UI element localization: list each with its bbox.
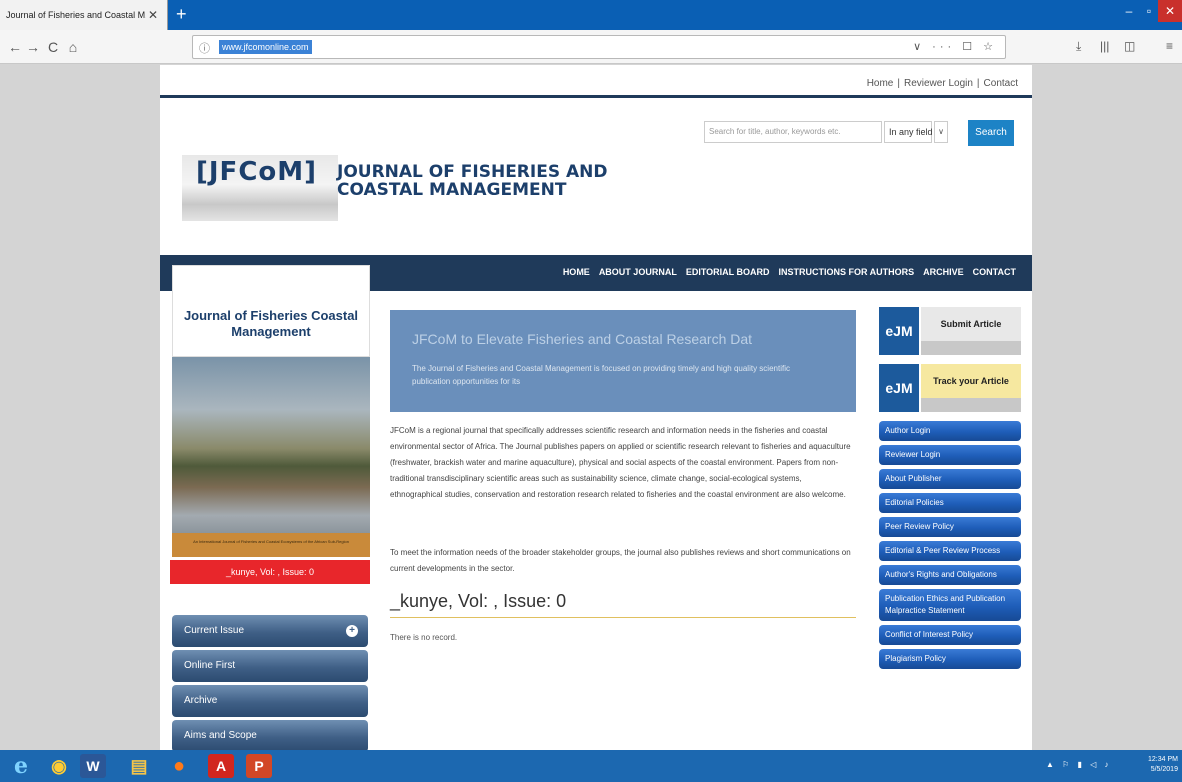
track-article-button[interactable]: eJM Track your Article xyxy=(879,364,1021,412)
right-menu-reviewer-login[interactable]: Reviewer Login xyxy=(879,445,1021,465)
ejm-logo: eJM xyxy=(879,307,919,355)
logo-mark: [JFCoM] xyxy=(196,157,318,187)
right-menu-about-publisher[interactable]: About Publisher xyxy=(879,469,1021,489)
tab-title: Journal of Fisheries and Coastal M... xyxy=(6,10,146,20)
system-tray-icons[interactable]: ▲ ⚐ ▮ ◁ ♪ xyxy=(1046,760,1112,769)
hamburger-icon[interactable]: ≡ xyxy=(1166,39,1173,53)
journal-title: Journal of Fisheries Coastal Management xyxy=(172,265,370,357)
toplink-separator: | xyxy=(976,78,980,89)
right-menu-authors-rights[interactable]: Author's Rights and Obligations xyxy=(879,565,1021,585)
library-icon[interactable]: ||| xyxy=(1100,39,1109,53)
minimize-icon[interactable]: – xyxy=(1118,0,1140,22)
right-menu-peer-review-policy[interactable]: Peer Review Policy xyxy=(879,517,1021,537)
no-record-text: There is no record. xyxy=(390,633,458,642)
cover-caption: An International Journal of Fisheries an… xyxy=(172,533,370,557)
maximize-icon[interactable]: ▫ xyxy=(1140,0,1158,22)
windows-taskbar: e ◉ W ▤ ● A P ▲ ⚐ ▮ ◁ ♪ 12:34 PM 5/5/201… xyxy=(0,750,1182,782)
sidebar-item-label: Aims and Scope xyxy=(184,730,257,741)
sidebar-item-label: Online First xyxy=(184,660,236,671)
intro-paragraph-2: To meet the information needs of the bro… xyxy=(390,548,851,573)
right-menu-plagiarism-policy[interactable]: Plagiarism Policy xyxy=(879,649,1021,669)
arrow-right-icon[interactable]: → xyxy=(24,38,42,56)
clock-time: 12:34 PM xyxy=(1148,756,1178,763)
issue-divider xyxy=(390,617,856,618)
search-input[interactable]: Search for title, author, keywords etc. xyxy=(704,121,882,143)
home-icon[interactable]: ⌂ xyxy=(64,38,82,56)
submit-article-button[interactable]: eJM Submit Article xyxy=(879,307,1021,355)
right-menu-publication-ethics[interactable]: Publication Ethics and Publication Malpr… xyxy=(879,589,1021,621)
toplink-reviewer-login[interactable]: Reviewer Login xyxy=(904,78,973,89)
firefox-icon[interactable]: ● xyxy=(166,754,192,778)
sidebar-item-label: Archive xyxy=(184,695,218,706)
nav-archive[interactable]: ARCHIVE xyxy=(923,267,964,277)
plus-icon[interactable]: + xyxy=(346,625,358,637)
close-tab-icon[interactable]: ✕ xyxy=(146,8,160,22)
banner-title: JFCoM to Elevate Fisheries and Coastal R… xyxy=(412,331,753,347)
news-banner[interactable]: JFCoM to Elevate Fisheries and Coastal R… xyxy=(390,310,856,412)
url-text[interactable]: www.jfcomonline.com xyxy=(219,40,312,54)
url-bar[interactable]: ⓘ www.jfcomonline.com ∨ ··· ☐ ☆ xyxy=(192,35,1006,59)
search-field-select[interactable]: In any field xyxy=(884,121,933,143)
sidebar-item-label: Current Issue xyxy=(184,625,245,636)
nav-instructions-for-authors[interactable]: INSTRUCTIONS FOR AUTHORS xyxy=(778,267,914,277)
toplink-separator: | xyxy=(897,78,900,89)
card-strip xyxy=(921,341,1021,355)
current-issue-badge[interactable]: _kunye, Vol: , Issue: 0 xyxy=(170,560,370,584)
sidebar-icon[interactable]: ◫ xyxy=(1124,39,1135,53)
nav-home[interactable]: HOME xyxy=(563,267,590,277)
reload-icon[interactable]: C xyxy=(44,38,62,56)
top-links: Home | Reviewer Login | Contact xyxy=(867,78,1018,89)
sidebar-item-online-first[interactable]: Online First xyxy=(172,650,368,682)
download-icon[interactable]: ⤓ xyxy=(1076,39,1081,54)
nav-editorial-board[interactable]: EDITORIAL BOARD xyxy=(686,267,770,277)
submit-article-label: Submit Article xyxy=(921,307,1021,341)
chrome-icon[interactable]: ◉ xyxy=(46,754,72,778)
nav-about-journal[interactable]: ABOUT JOURNAL xyxy=(599,267,677,277)
search-button[interactable]: Search xyxy=(968,120,1014,146)
page-actions-icon[interactable]: ∨ ··· ☐ ☆ xyxy=(913,40,997,53)
clock-date: 5/5/2019 xyxy=(1150,766,1178,773)
sidebar-item-archive[interactable]: Archive xyxy=(172,685,368,717)
right-menu: Author Login Reviewer Login About Publis… xyxy=(879,421,1021,673)
left-menu: Current Issue + Online First Archive Aim… xyxy=(172,615,370,750)
issue-heading: _kunye, Vol: , Issue: 0 xyxy=(390,591,567,611)
site-logo[interactable]: [JFCoM] JOURNAL OF FISHERIES AND COASTAL… xyxy=(182,155,608,221)
right-menu-author-login[interactable]: Author Login xyxy=(879,421,1021,441)
web-page: Home | Reviewer Login | Contact Search for t… xyxy=(160,65,1032,750)
journal-cover-image[interactable] xyxy=(172,357,370,533)
chevron-down-icon[interactable]: ∨ xyxy=(934,121,948,143)
word-icon[interactable]: W xyxy=(80,754,106,778)
ejm-logo: eJM xyxy=(879,364,919,412)
acrobat-icon[interactable]: A xyxy=(208,754,234,778)
right-menu-conflict-of-interest[interactable]: Conflict of Interest Policy xyxy=(879,625,1021,645)
header-rule xyxy=(160,95,1032,98)
toplink-contact[interactable]: Contact xyxy=(984,78,1018,89)
right-menu-editorial-peer-review-process[interactable]: Editorial & Peer Review Process xyxy=(879,541,1021,561)
track-article-label: Track your Article xyxy=(921,364,1021,398)
page-viewport: Home | Reviewer Login | Contact Search for t… xyxy=(0,65,1182,750)
new-tab-icon[interactable]: + xyxy=(176,5,187,23)
sidebar-item-aims-and-scope[interactable]: Aims and Scope xyxy=(172,720,368,750)
browser-tab[interactable]: Journal of Fisheries and Coastal M... ✕ xyxy=(0,0,168,30)
right-menu-editorial-policies[interactable]: Editorial Policies xyxy=(879,493,1021,513)
browser-tab-bar: Journal of Fisheries and Coastal M... ✕ … xyxy=(0,0,1182,30)
powerpoint-icon[interactable]: P xyxy=(246,754,272,778)
close-window-icon[interactable]: ✕ xyxy=(1158,0,1182,22)
logo-title: JOURNAL OF FISHERIES AND COASTAL MANAGEM… xyxy=(337,162,608,200)
taskbar-clock[interactable]: 12:34 PM 5/5/2019 xyxy=(1148,755,1178,775)
file-explorer-icon[interactable]: ▤ xyxy=(126,754,152,778)
nav-contact[interactable]: CONTACT xyxy=(973,267,1016,277)
banner-text: The Journal of Fisheries and Coastal Man… xyxy=(412,364,790,386)
browser-toolbar: ← → C ⌂ ⓘ www.jfcomonline.com ∨ ··· ☐ ☆ … xyxy=(0,30,1182,64)
internet-explorer-icon[interactable]: e xyxy=(8,753,34,779)
info-icon[interactable]: ⓘ xyxy=(199,40,210,56)
sidebar-item-current-issue[interactable]: Current Issue + xyxy=(172,615,368,647)
card-strip xyxy=(921,398,1021,412)
arrow-left-icon[interactable]: ← xyxy=(6,38,24,56)
intro-paragraph: JFCoM is a regional journal that specifi… xyxy=(390,426,851,499)
toplink-home[interactable]: Home xyxy=(867,78,894,89)
